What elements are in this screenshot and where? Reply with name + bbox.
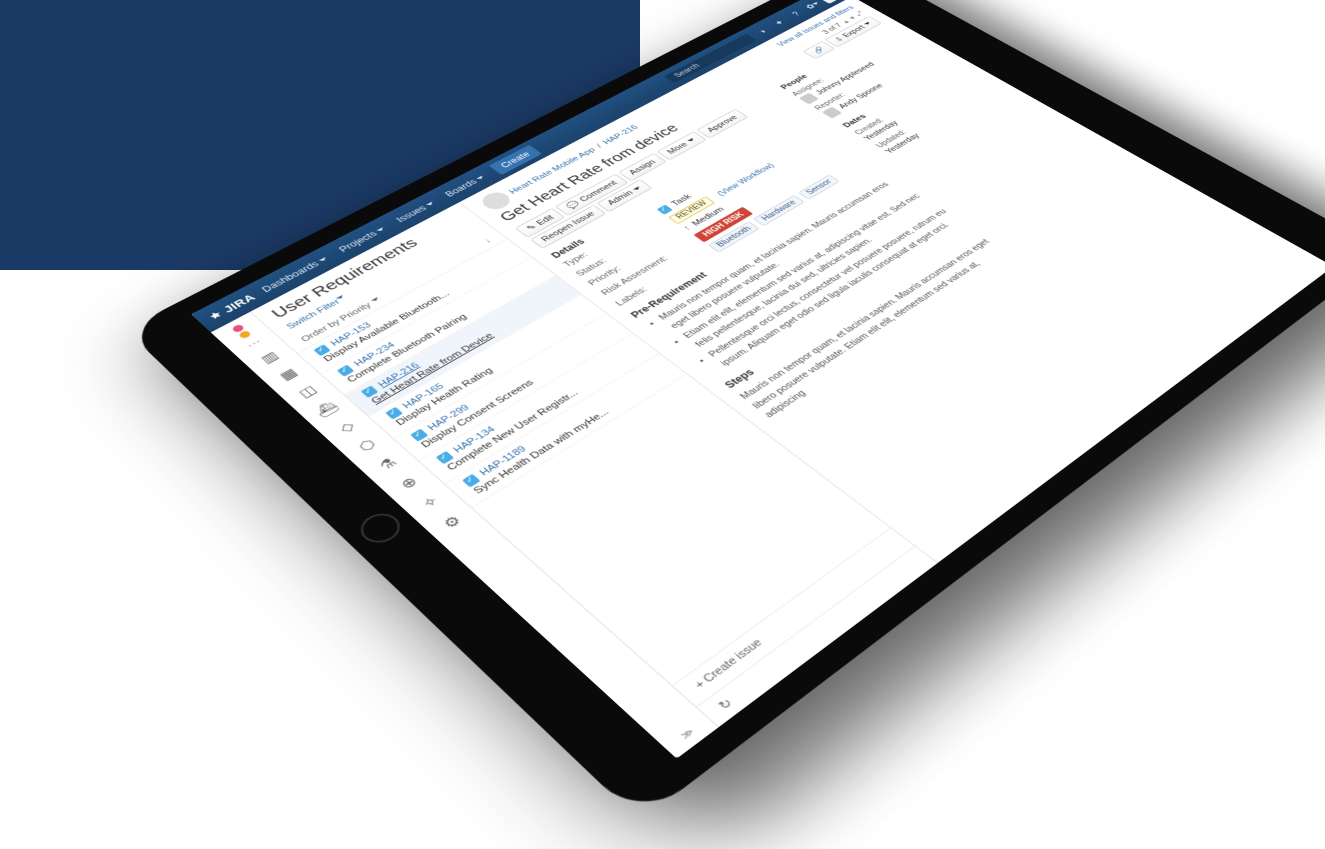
sort-desc-icon[interactable]: ↓ — [482, 237, 493, 245]
issue-detail: Heart Rate Mobile App / HAP-216 Get Hear… — [460, 0, 1325, 563]
tablet-frame: JIRA Dashboards Projects Issues Boards C… — [125, 0, 1325, 821]
pager-next[interactable]: ▾ — [847, 15, 858, 21]
app-screen: JIRA Dashboards Projects Issues Boards C… — [191, 0, 1325, 759]
pager-expand-icon[interactable]: ⤢ — [853, 10, 866, 17]
sidebar-issues-icon[interactable]: ◇ — [324, 411, 370, 443]
sidebar-people-icon[interactable]: ✧ — [407, 485, 455, 520]
task-icon — [462, 474, 481, 488]
scene: JIRA Dashboards Projects Issues Boards C… — [0, 0, 1325, 737]
sidebar-settings-icon[interactable]: ⚙ — [428, 505, 476, 540]
refresh-icon[interactable]: ↻ — [696, 546, 937, 727]
sidebar-addons-icon[interactable]: ⊕ — [386, 466, 433, 500]
project-sidebar: ⋯ ▥ ▦ ◫ ⛴ ◇ ⬡ ⚗ ⊕ ✧ ⚙ ≫ — [211, 312, 719, 759]
sidebar-releases-icon[interactable]: ⛴ — [305, 394, 350, 425]
pager-prev[interactable]: ▴ — [840, 18, 851, 24]
task-icon — [436, 451, 454, 464]
sidebar-board-icon[interactable]: ▦ — [266, 359, 311, 389]
sidebar-tests-icon[interactable]: ⚗ — [365, 448, 412, 481]
